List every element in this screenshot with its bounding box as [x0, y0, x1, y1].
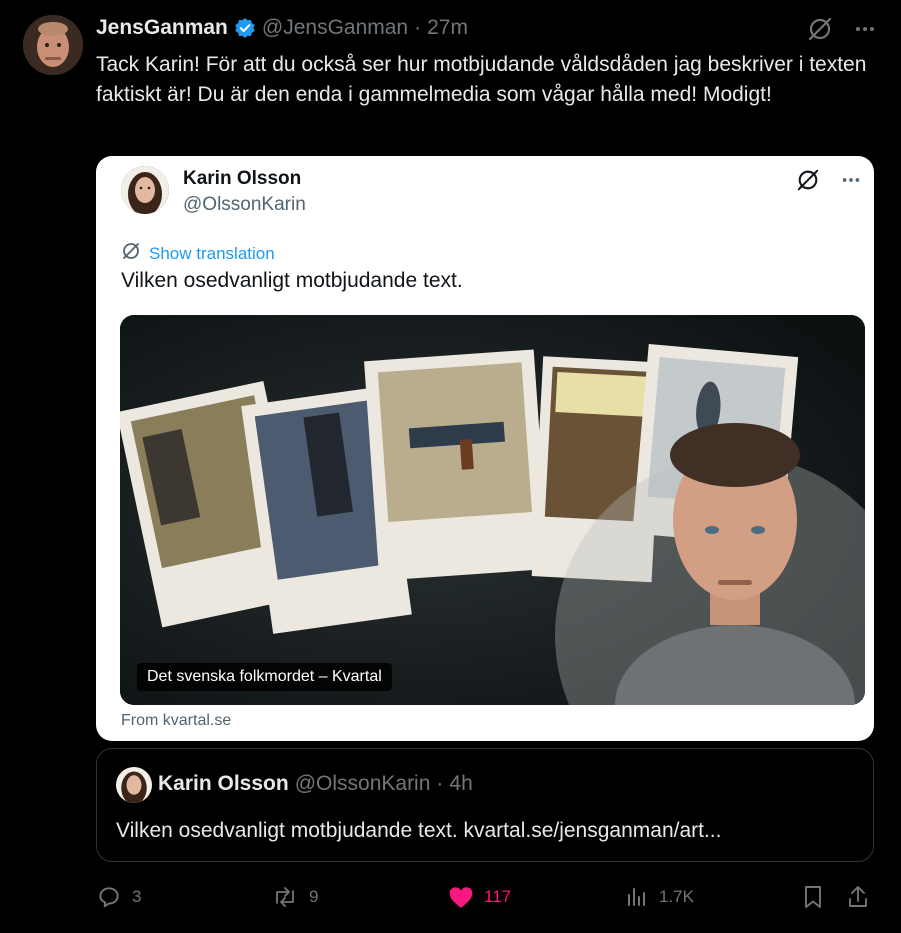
show-translation: Show translation — [121, 241, 275, 266]
reply-count: 3 — [132, 887, 142, 906]
grok-icon[interactable] — [807, 16, 833, 42]
media-illustration — [120, 315, 865, 705]
share-icon — [846, 884, 870, 910]
tweet-header: JensGanman @JensGanman · 27m — [96, 16, 468, 40]
embedded-media: Det svenska folkmordet – Kvartal — [120, 315, 865, 705]
quote-header: Karin Olsson @OlssonKarin · 4h — [158, 772, 473, 796]
reply-icon — [96, 884, 122, 910]
quote-separator: · — [436, 772, 444, 795]
reply-button[interactable]: 3 — [96, 880, 141, 914]
tweet-text: Tack Karin! För att du också ser hur mot… — [96, 53, 867, 106]
author-handle[interactable]: @JensGanman — [262, 16, 408, 40]
author-name[interactable]: JensGanman — [96, 16, 228, 40]
more-icon — [840, 169, 862, 196]
quote-author-name: Karin Olsson — [158, 772, 289, 795]
media-caption: Det svenska folkmordet – Kvartal — [137, 663, 392, 691]
quote-timestamp: 4h — [449, 772, 473, 795]
like-icon — [448, 885, 474, 909]
author-avatar[interactable] — [23, 15, 83, 75]
embedded-author-handle: @OlssonKarin — [183, 194, 306, 215]
bookmark-button[interactable] — [801, 880, 825, 914]
more-icon[interactable] — [853, 17, 877, 41]
quote-text: Vilken osedvanligt motbjudande text. kva… — [116, 819, 722, 842]
verified-badge-icon — [234, 17, 256, 39]
repost-count: 9 — [309, 887, 319, 906]
embedded-avatar — [121, 166, 169, 214]
like-count: 117 — [484, 887, 512, 906]
views-button[interactable]: 1.7K — [625, 880, 694, 914]
embedded-text: Vilken osedvanligt motbjudande text. — [121, 269, 463, 292]
repost-icon — [271, 884, 299, 910]
views-icon — [625, 885, 649, 909]
translate-icon — [121, 241, 141, 266]
quote-avatar — [116, 767, 152, 803]
timestamp[interactable]: 27m — [427, 16, 468, 40]
quote-author-handle: @OlssonKarin — [294, 772, 431, 795]
grok-icon — [796, 168, 820, 197]
views-count: 1.7K — [659, 887, 694, 906]
embedded-header-actions — [796, 168, 862, 197]
embedded-author-name: Karin Olsson — [183, 168, 302, 189]
separator: · — [414, 16, 422, 39]
translate-label: Show translation — [149, 243, 275, 263]
header-actions — [807, 16, 877, 42]
action-bar: 3 9 117 1.7K — [96, 880, 874, 914]
share-button[interactable] — [846, 880, 870, 914]
repost-button[interactable]: 9 — [271, 880, 318, 914]
quoted-tweet[interactable]: Karin Olsson @OlssonKarin · 4h Vilken os… — [96, 748, 874, 862]
media-source: From kvartal.se — [121, 712, 232, 729]
bookmark-icon — [801, 884, 825, 910]
like-button[interactable]: 117 — [448, 880, 511, 914]
embedded-tweet-card[interactable]: Karin Olsson @OlssonKarin Show translati… — [96, 156, 874, 741]
